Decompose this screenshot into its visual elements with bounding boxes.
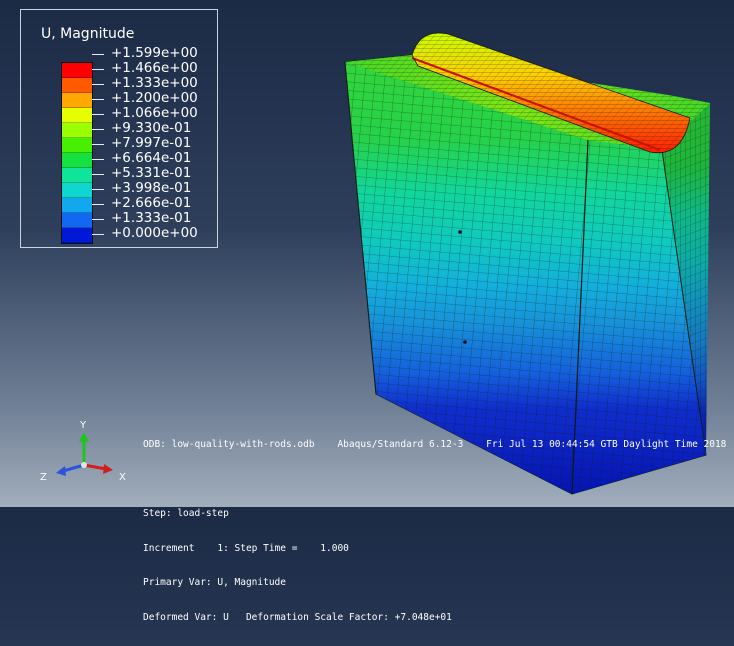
primary-var-line: Primary Var: U, Magnitude [143,577,286,588]
odb-info-line: ODB: low-quality-with-rods.odb Abaqus/St… [143,439,727,450]
step-line: Step: load-step [143,508,229,519]
view-triad: Y X Z [38,420,138,490]
triad-x-label: X [119,472,126,483]
triad-z-label: Z [40,472,47,483]
increment-line: Increment 1: Step Time = 1.000 [143,542,349,554]
deformed-var-line: Deformed Var: U Deformation Scale Factor… [143,611,452,623]
abaqus-viewport[interactable]: U, Magnitude +1.599e+00 +1.466e+00 +1.33… [0,0,734,623]
rod-marker [458,230,462,234]
info-spacer [143,474,726,486]
triad-y-label: Y [80,420,87,431]
rod-marker [463,340,467,344]
viewport-info-text: ODB: low-quality-with-rods.odb Abaqus/St… [143,416,726,646]
